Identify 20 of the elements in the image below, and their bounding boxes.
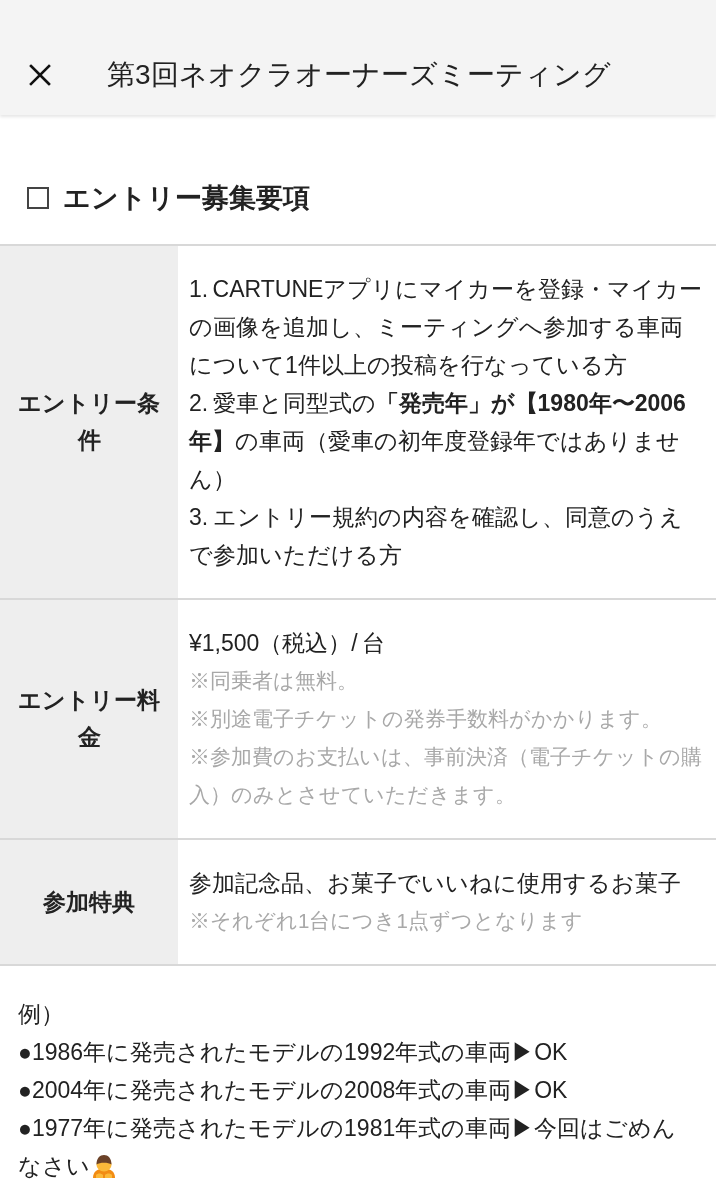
example-text: ●1977年に発売されたモデルの1981年式の車両▶今回はごめんなさい	[18, 1115, 677, 1179]
row-label: エントリー料金	[0, 600, 178, 838]
example-text: ●2004年に発売されたモデルの2008年式の車両▶OK	[18, 1077, 568, 1103]
example-heading: 例）	[18, 1001, 64, 1027]
header-title: 第3回ネオクラオーナーズミーティング	[107, 58, 611, 92]
cell-text: 1. CARTUNEアプリにマイカーを登録・マイカーの画像を追加し、ミーティングへ参加する車両について1件以上の投稿を行なっている方	[189, 275, 704, 380]
section-title: エントリー募集要項	[63, 182, 310, 215]
row-label: 参加特典	[0, 840, 178, 964]
note-text: ※それぞれ1台につき1点ずつとなります	[189, 908, 584, 934]
square-icon	[27, 187, 49, 209]
note-text: ※参加費のお支払いは、事前決済（電子チケットの購入）のみとさせていただきます。	[189, 744, 703, 808]
close-icon	[29, 64, 51, 86]
row-label: エントリー条件	[0, 246, 178, 598]
note-text: ※別途電子チケットの発券手数料がかかります。	[189, 706, 663, 732]
cell-text: 参加記念品、お菓子でいいねに使用するお菓子	[189, 869, 682, 898]
cell-text: 3. エントリー規約の内容を確認し、同意のうえで参加いただける方	[189, 503, 684, 570]
cell-text: 2. 愛車と同型式の「発売年」が【1980年〜2006年】の車両（愛車の初年度登録年ではありません）	[189, 389, 687, 494]
example-text: ●1986年に発売されたモデルの1992年式の車両▶OK	[18, 1039, 568, 1065]
note-text: ※同乗者は無料。	[189, 668, 359, 694]
cell-text: ¥1,500（税込）/ 台	[189, 629, 387, 658]
